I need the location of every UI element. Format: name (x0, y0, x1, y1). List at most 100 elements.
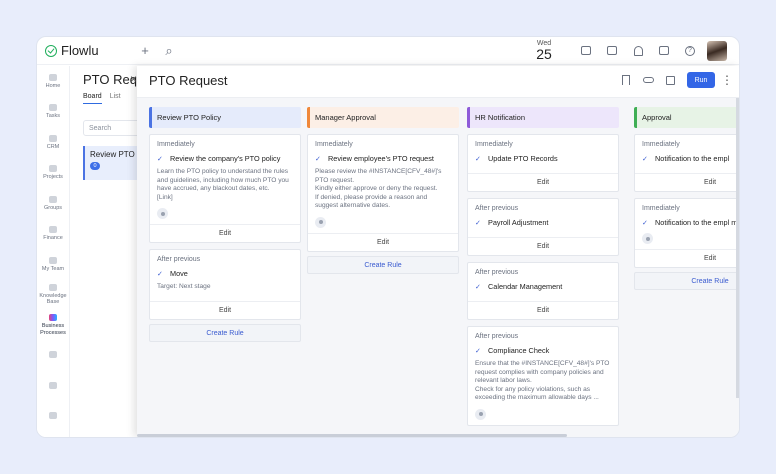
rule-action: ✓ Review employee's PTO request (315, 154, 451, 163)
rail-item-1[interactable]: Tasks (37, 97, 69, 128)
horizontal-scrollbar[interactable] (137, 434, 567, 437)
action-icon: ✓ (642, 219, 648, 227)
rule-description: Please review the #INSTANCE[CFV_48#]'s P… (315, 168, 442, 210)
nav-icon (49, 256, 57, 264)
rail-item-10[interactable] (37, 371, 69, 402)
rail-item-0[interactable]: Home (37, 66, 69, 97)
rail-item-label: Finance (43, 235, 63, 242)
rule-card[interactable]: Immediately ✓ Notification to the empl Edit (634, 134, 739, 192)
bg-process-card[interactable]: Review PTO 0 (83, 146, 143, 180)
rail-item-3[interactable]: Projects (37, 158, 69, 189)
rail-item-8[interactable]: Business Processes (37, 310, 69, 341)
plus-icon[interactable]: + (133, 43, 157, 58)
create-rule-button[interactable]: Create Rule (149, 323, 301, 342)
stage-column: Review PTO Policy Immediately ✓ Review the … (149, 107, 301, 342)
rail-item-9[interactable] (37, 341, 69, 372)
edit-button[interactable]: Edit (468, 237, 618, 255)
rule-trigger: After previous (157, 256, 201, 264)
stage-header[interactable]: Review PTO Policy (149, 107, 301, 128)
rule-description: Learn the PTO policy to understand the r… (157, 168, 289, 201)
rule-card-body: Immediately ✓ Notification to the empl man… (635, 199, 739, 249)
rule-card[interactable]: Immediately ✓ Notification to the empl man… (634, 198, 739, 268)
run-button[interactable]: Run (687, 72, 715, 88)
rail-item-7[interactable]: Knowledge Base (37, 280, 69, 311)
rule-card[interactable]: Immediately ✓ Update PTO Records Edit (467, 134, 619, 192)
close-modal-icon[interactable]: × (130, 72, 137, 86)
vertical-scrollbar[interactable] (736, 98, 739, 398)
tab-board[interactable]: Board (83, 93, 102, 104)
rule-card[interactable]: After previous ✓ Calendar Management Edit (467, 262, 619, 320)
rule-action: ✓ Payroll Adjustment (475, 218, 611, 227)
stage-column: HR Notification Immediately ✓ Update PTO Re… (467, 107, 619, 426)
nav-icon (49, 226, 57, 234)
rule-action: ✓ Update PTO Records (475, 154, 611, 163)
assignee-avatar[interactable] (475, 408, 486, 420)
rule-action: ✓ Compliance Check (475, 346, 611, 355)
mail-icon[interactable] (573, 46, 599, 55)
edit-button[interactable]: Edit (635, 173, 739, 191)
nav-icon (49, 73, 57, 81)
search-icon[interactable]: ⌕ (157, 43, 181, 59)
rule-card-body: After previous ✓ Calendar Management (468, 263, 618, 301)
rail-item-11[interactable] (37, 402, 69, 433)
rule-card[interactable]: Immediately ✓ Review employee's PTO reques… (307, 134, 459, 252)
rule-action: ✓ Move (157, 269, 293, 278)
action-icon: ✓ (157, 270, 163, 278)
rule-action-label: Move (170, 269, 188, 279)
rail-item-label: CRM (46, 143, 60, 150)
action-icon: ✓ (157, 155, 163, 163)
nav-icon (49, 351, 57, 359)
user-avatar[interactable] (707, 40, 727, 61)
date-widget[interactable]: Wed 25 (529, 40, 559, 61)
bell-icon[interactable] (625, 45, 651, 56)
assignee-avatar[interactable] (157, 208, 168, 220)
process-modal: PTO Request Run ⋮ Review PTO Policy Immed… (137, 66, 739, 437)
app-name: Flowlu (61, 43, 99, 58)
action-icon: ✓ (642, 155, 648, 163)
edit-button[interactable]: Edit (150, 224, 300, 242)
nav-icon (49, 104, 57, 112)
external-link-icon[interactable] (659, 75, 681, 85)
rail-item-label: Tasks (45, 113, 61, 120)
create-rule-button[interactable]: Create Rule (307, 255, 459, 274)
rail-item-6[interactable]: My Team (37, 249, 69, 280)
logo[interactable]: Flowlu (45, 43, 133, 58)
stage-header[interactable]: Approval (634, 107, 739, 128)
assignee-avatar[interactable] (315, 216, 326, 228)
link-icon[interactable] (637, 77, 659, 83)
edit-button[interactable]: Edit (150, 300, 300, 319)
rail-item-label: Groups (43, 204, 63, 211)
edit-button[interactable]: Edit (468, 301, 618, 319)
edit-button[interactable]: Edit (468, 173, 618, 191)
rail-item-2[interactable]: CRM (37, 127, 69, 158)
assignee-avatar[interactable] (642, 233, 653, 244)
more-options-icon[interactable]: ⋮ (721, 74, 733, 86)
chat-icon[interactable] (651, 46, 677, 55)
bg-search-input[interactable]: Search (83, 120, 143, 136)
rail-item-label: My Team (41, 265, 65, 272)
notes-icon[interactable] (599, 46, 625, 55)
action-icon: ✓ (475, 283, 481, 291)
bg-view-tabs: Board List (83, 93, 121, 104)
rail-item-4[interactable]: Groups (37, 188, 69, 219)
rule-card[interactable]: After previous ✓ Payroll Adjustment Edit (467, 198, 619, 256)
bookmark-icon[interactable] (615, 75, 637, 85)
rule-action-label: Calendar Management (488, 282, 563, 291)
edit-button[interactable]: Edit (635, 249, 739, 267)
stage-header[interactable]: Manager Approval (307, 107, 459, 128)
rule-action-label: Review employee's PTO request (328, 154, 434, 163)
rail-item-5[interactable]: Finance (37, 219, 69, 250)
rule-card[interactable]: After previous ✓ Move Target: Next stage Edi… (149, 249, 301, 320)
stage-header[interactable]: HR Notification (467, 107, 619, 128)
stage-column: Approval Immediately ✓ Notification to the … (634, 107, 739, 290)
help-icon[interactable]: ? (677, 45, 703, 56)
tab-list[interactable]: List (110, 93, 121, 104)
rule-card-body: Immediately ✓ Update PTO Records (468, 135, 618, 173)
rule-action: ✓ Notification to the empl (642, 154, 739, 163)
create-rule-button[interactable]: Create Rule (634, 272, 739, 290)
rule-card[interactable]: After previous ✓ Compliance Check Ensure th… (467, 326, 619, 426)
edit-button[interactable]: Edit (308, 232, 458, 251)
rules-board: Review PTO Policy Immediately ✓ Review the … (149, 107, 739, 437)
rule-card[interactable]: Immediately ✓ Review the company's PTO pol… (149, 134, 301, 244)
nav-icon (49, 165, 57, 173)
